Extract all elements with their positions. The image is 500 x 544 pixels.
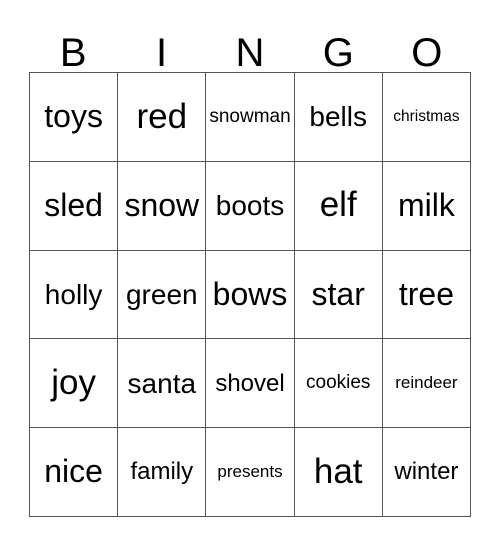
bingo-cell-label: reindeer xyxy=(395,373,458,393)
bingo-cell-label: star xyxy=(311,275,365,312)
bingo-cell[interactable]: holly xyxy=(30,250,119,340)
bingo-header-letter: N xyxy=(235,31,265,75)
bingo-cell-label: presents xyxy=(217,462,283,482)
bingo-grid: toys red snowman bells christmas sled sn… xyxy=(29,72,472,517)
bingo-cell[interactable]: sled xyxy=(30,161,119,251)
bingo-header-cell-g: G xyxy=(294,18,382,75)
bingo-cell[interactable]: reindeer xyxy=(382,339,472,429)
bingo-cell[interactable]: star xyxy=(294,250,383,340)
bingo-cell[interactable]: joy xyxy=(30,339,119,429)
bingo-cell[interactable]: milk xyxy=(382,161,472,251)
bingo-cell[interactable]: presents xyxy=(206,428,295,517)
bingo-cell[interactable]: christmas xyxy=(382,73,472,162)
bingo-cell-label: green xyxy=(125,278,198,310)
bingo-cell-label: hat xyxy=(313,451,363,491)
bingo-header-letter: G xyxy=(322,31,354,75)
bingo-cell[interactable]: shovel xyxy=(206,339,295,429)
bingo-cell-label: bells xyxy=(309,101,367,133)
bingo-cell[interactable]: snowman xyxy=(206,73,295,162)
bingo-cell-label: boots xyxy=(215,190,285,221)
bingo-cell-label: cookies xyxy=(306,372,371,394)
bingo-header-cell-n: N xyxy=(206,18,294,75)
bingo-row: nice family presents hat winter xyxy=(30,428,472,517)
bingo-cell-label: elf xyxy=(319,185,357,225)
bingo-header-cell-i: I xyxy=(117,18,205,75)
bingo-cell[interactable]: cookies xyxy=(294,339,383,429)
bingo-cell[interactable]: snow xyxy=(118,161,207,251)
bingo-header-cell-o: O xyxy=(383,18,471,75)
bingo-header-letter: O xyxy=(411,31,443,75)
bingo-cell[interactable]: santa xyxy=(118,339,207,429)
bingo-cell[interactable]: family xyxy=(118,428,207,517)
bingo-cell-label: milk xyxy=(397,186,455,223)
bingo-row: toys red snowman bells christmas xyxy=(30,73,472,162)
bingo-cell[interactable]: toys xyxy=(30,73,119,162)
bingo-card: B I N G O toys red snowman bells christm… xyxy=(29,18,472,517)
bingo-cell[interactable]: nice xyxy=(30,428,119,517)
bingo-cell[interactable]: green xyxy=(118,250,207,340)
bingo-header-letter: I xyxy=(156,31,168,75)
bingo-cell-label: sled xyxy=(44,186,103,223)
bingo-cell[interactable]: bows xyxy=(206,250,295,340)
bingo-cell[interactable]: elf xyxy=(294,161,383,251)
bingo-row: joy santa shovel cookies reindeer xyxy=(30,339,472,429)
bingo-cell-label: joy xyxy=(51,362,96,402)
bingo-header-cell-b: B xyxy=(29,18,117,75)
bingo-cell-label: tree xyxy=(398,275,454,312)
bingo-cell-label: santa xyxy=(127,367,197,399)
bingo-header-letter: B xyxy=(59,31,87,75)
bingo-cell-label: snowman xyxy=(209,105,291,127)
bingo-cell-label: bows xyxy=(212,275,288,312)
bingo-cell[interactable]: boots xyxy=(206,161,295,251)
bingo-cell-label: red xyxy=(136,96,188,136)
bingo-cell-label: family xyxy=(130,458,194,486)
bingo-cell-label: christmas xyxy=(393,107,460,125)
bingo-cell-label: nice xyxy=(44,453,103,490)
bingo-cell-label: winter xyxy=(394,458,459,486)
bingo-cell[interactable]: hat xyxy=(294,428,383,517)
bingo-row: holly green bows star tree xyxy=(30,250,472,340)
bingo-cell[interactable]: bells xyxy=(294,73,383,162)
bingo-cell[interactable]: red xyxy=(118,73,207,162)
bingo-cell-label: snow xyxy=(124,186,200,223)
bingo-cell[interactable]: winter xyxy=(382,428,472,517)
bingo-cell-label: holly xyxy=(44,278,103,310)
bingo-cell-label: toys xyxy=(44,98,103,135)
bingo-row: sled snow boots elf milk xyxy=(30,161,472,251)
bingo-header-row: B I N G O xyxy=(29,18,471,75)
bingo-cell[interactable]: tree xyxy=(382,250,472,340)
bingo-cell-label: shovel xyxy=(215,369,285,397)
